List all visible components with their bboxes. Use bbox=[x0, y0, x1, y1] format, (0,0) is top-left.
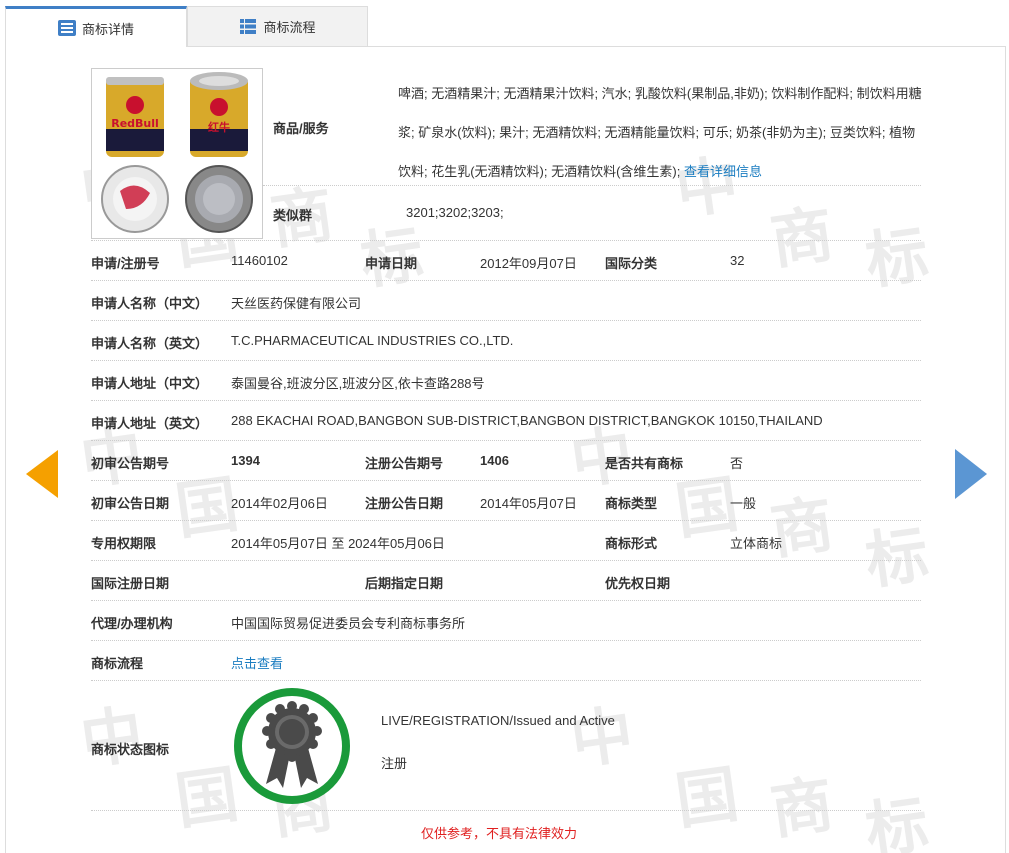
goods-services-list: 啤酒; 无酒精果汁; 无酒精果汁饮料; 汽水; 乳酸饮料(果制品,非奶); 饮料… bbox=[398, 74, 922, 191]
watermark-char: 国 bbox=[671, 757, 743, 838]
divider bbox=[91, 360, 921, 361]
intl-reg-date-label: 国际注册日期 bbox=[91, 576, 170, 591]
trademark-image: RedBull 红牛 bbox=[91, 68, 263, 239]
divider bbox=[263, 185, 921, 186]
divider bbox=[91, 520, 921, 521]
watermark-char: 中 bbox=[76, 697, 148, 778]
status-label: 商标状态图标 bbox=[91, 742, 170, 757]
watermark-char: 商 bbox=[766, 197, 838, 278]
divider bbox=[91, 560, 921, 561]
applicant-en-label: 申请人名称（英文） bbox=[91, 336, 209, 351]
tm-form-value: 立体商标 bbox=[730, 536, 783, 551]
address-en-label: 申请人地址（英文） bbox=[91, 416, 209, 431]
tab-label: 商标流程 bbox=[263, 20, 316, 35]
applicant-cn-value: 天丝医药保健有限公司 bbox=[231, 296, 362, 311]
app-date-value: 2012年09月07日 bbox=[480, 256, 577, 271]
prelim-date-label: 初审公告日期 bbox=[91, 496, 170, 511]
exclusive-period-value: 2014年05月07日 至 2024年05月06日 bbox=[231, 536, 445, 551]
can-brand-text: RedBull bbox=[111, 117, 159, 130]
divider bbox=[91, 440, 921, 441]
tm-type-label: 商标类型 bbox=[605, 496, 658, 511]
tab-bar: 商标详情 商标流程 bbox=[5, 6, 1006, 47]
agent-label: 代理/办理机构 bbox=[91, 616, 173, 631]
goods-services-text: 啤酒; 无酒精果汁; 无酒精果汁饮料; 汽水; 乳酸饮料(果制品,非奶); 饮料… bbox=[398, 86, 922, 179]
can-brand-text-cn: 红牛 bbox=[208, 120, 230, 134]
address-en-value: 288 EKACHAI ROAD,BANGBON SUB-DISTRICT,BA… bbox=[231, 413, 823, 428]
address-cn-label: 申请人地址（中文） bbox=[91, 376, 209, 391]
watermark-char: 标 bbox=[861, 517, 933, 598]
priority-date-label: 优先权日期 bbox=[605, 576, 671, 591]
tab-trademark-details[interactable]: 商标详情 bbox=[5, 6, 187, 47]
shared-value: 否 bbox=[730, 456, 744, 471]
reg-no-value: 11460102 bbox=[231, 253, 288, 268]
app-date-label: 申请日期 bbox=[365, 256, 418, 271]
watermark-char: 标 bbox=[861, 787, 933, 853]
watermark-char: 标 bbox=[861, 217, 933, 298]
flow-label: 商标流程 bbox=[91, 656, 144, 671]
similar-group-value: 3201;3202;3203; bbox=[406, 205, 504, 220]
prelim-issue-value: 1394 bbox=[231, 453, 260, 468]
status-text-cn: 注册 bbox=[381, 756, 408, 771]
view-details-link[interactable]: 查看详细信息 bbox=[684, 164, 762, 179]
intl-class-label: 国际分类 bbox=[605, 256, 658, 271]
divider bbox=[91, 400, 921, 401]
intl-class-value: 32 bbox=[730, 253, 745, 268]
similar-group-label: 类似群 bbox=[273, 208, 313, 223]
list-icon bbox=[57, 20, 76, 36]
disclaimer-text: 仅供参考，不具有法律效力 bbox=[421, 826, 578, 841]
watermark-char: 商 bbox=[766, 487, 838, 568]
exclusive-period-label: 专用权期限 bbox=[91, 536, 157, 551]
tab-label: 商标详情 bbox=[81, 21, 134, 37]
flow-link[interactable]: 点击查看 bbox=[231, 653, 283, 672]
divider bbox=[91, 240, 921, 241]
tm-form-label: 商标形式 bbox=[605, 536, 658, 551]
reg-issue-label: 注册公告期号 bbox=[365, 456, 444, 471]
next-arrow-icon[interactable] bbox=[955, 449, 987, 499]
divider bbox=[91, 600, 921, 601]
divider bbox=[91, 680, 921, 681]
prelim-date-value: 2014年02月06日 bbox=[231, 496, 328, 511]
address-cn-value: 泰国曼谷,班波分区,班波分区,依卡查路288号 bbox=[231, 376, 485, 391]
goods-services-label: 商品/服务 bbox=[273, 121, 329, 136]
reg-date-value: 2014年05月07日 bbox=[480, 496, 577, 511]
applicant-en-value: T.C.PHARMACEUTICAL INDUSTRIES CO.,LTD. bbox=[231, 333, 514, 348]
divider bbox=[91, 640, 921, 641]
later-designation-label: 后期指定日期 bbox=[365, 576, 444, 591]
grid-icon bbox=[239, 19, 257, 35]
divider bbox=[91, 810, 921, 811]
divider bbox=[91, 320, 921, 321]
reg-no-label: 申请/注册号 bbox=[91, 256, 160, 271]
status-text-en: LIVE/REGISTRATION/Issued and Active bbox=[381, 713, 615, 728]
watermark-char: 商 bbox=[766, 767, 838, 848]
registered-badge-icon bbox=[232, 686, 352, 806]
applicant-cn-label: 申请人名称（中文） bbox=[91, 296, 209, 311]
divider bbox=[91, 480, 921, 481]
tm-type-value: 一般 bbox=[730, 496, 757, 511]
reg-date-label: 注册公告日期 bbox=[365, 496, 444, 511]
shared-label: 是否共有商标 bbox=[605, 456, 684, 471]
reg-issue-value: 1406 bbox=[480, 453, 509, 468]
tab-trademark-flow[interactable]: 商标流程 bbox=[187, 6, 368, 47]
agent-value: 中国国际贸易促进委员会专利商标事务所 bbox=[231, 616, 466, 631]
divider bbox=[91, 280, 921, 281]
previous-arrow-icon[interactable] bbox=[26, 450, 58, 498]
prelim-issue-label: 初审公告期号 bbox=[91, 456, 170, 471]
